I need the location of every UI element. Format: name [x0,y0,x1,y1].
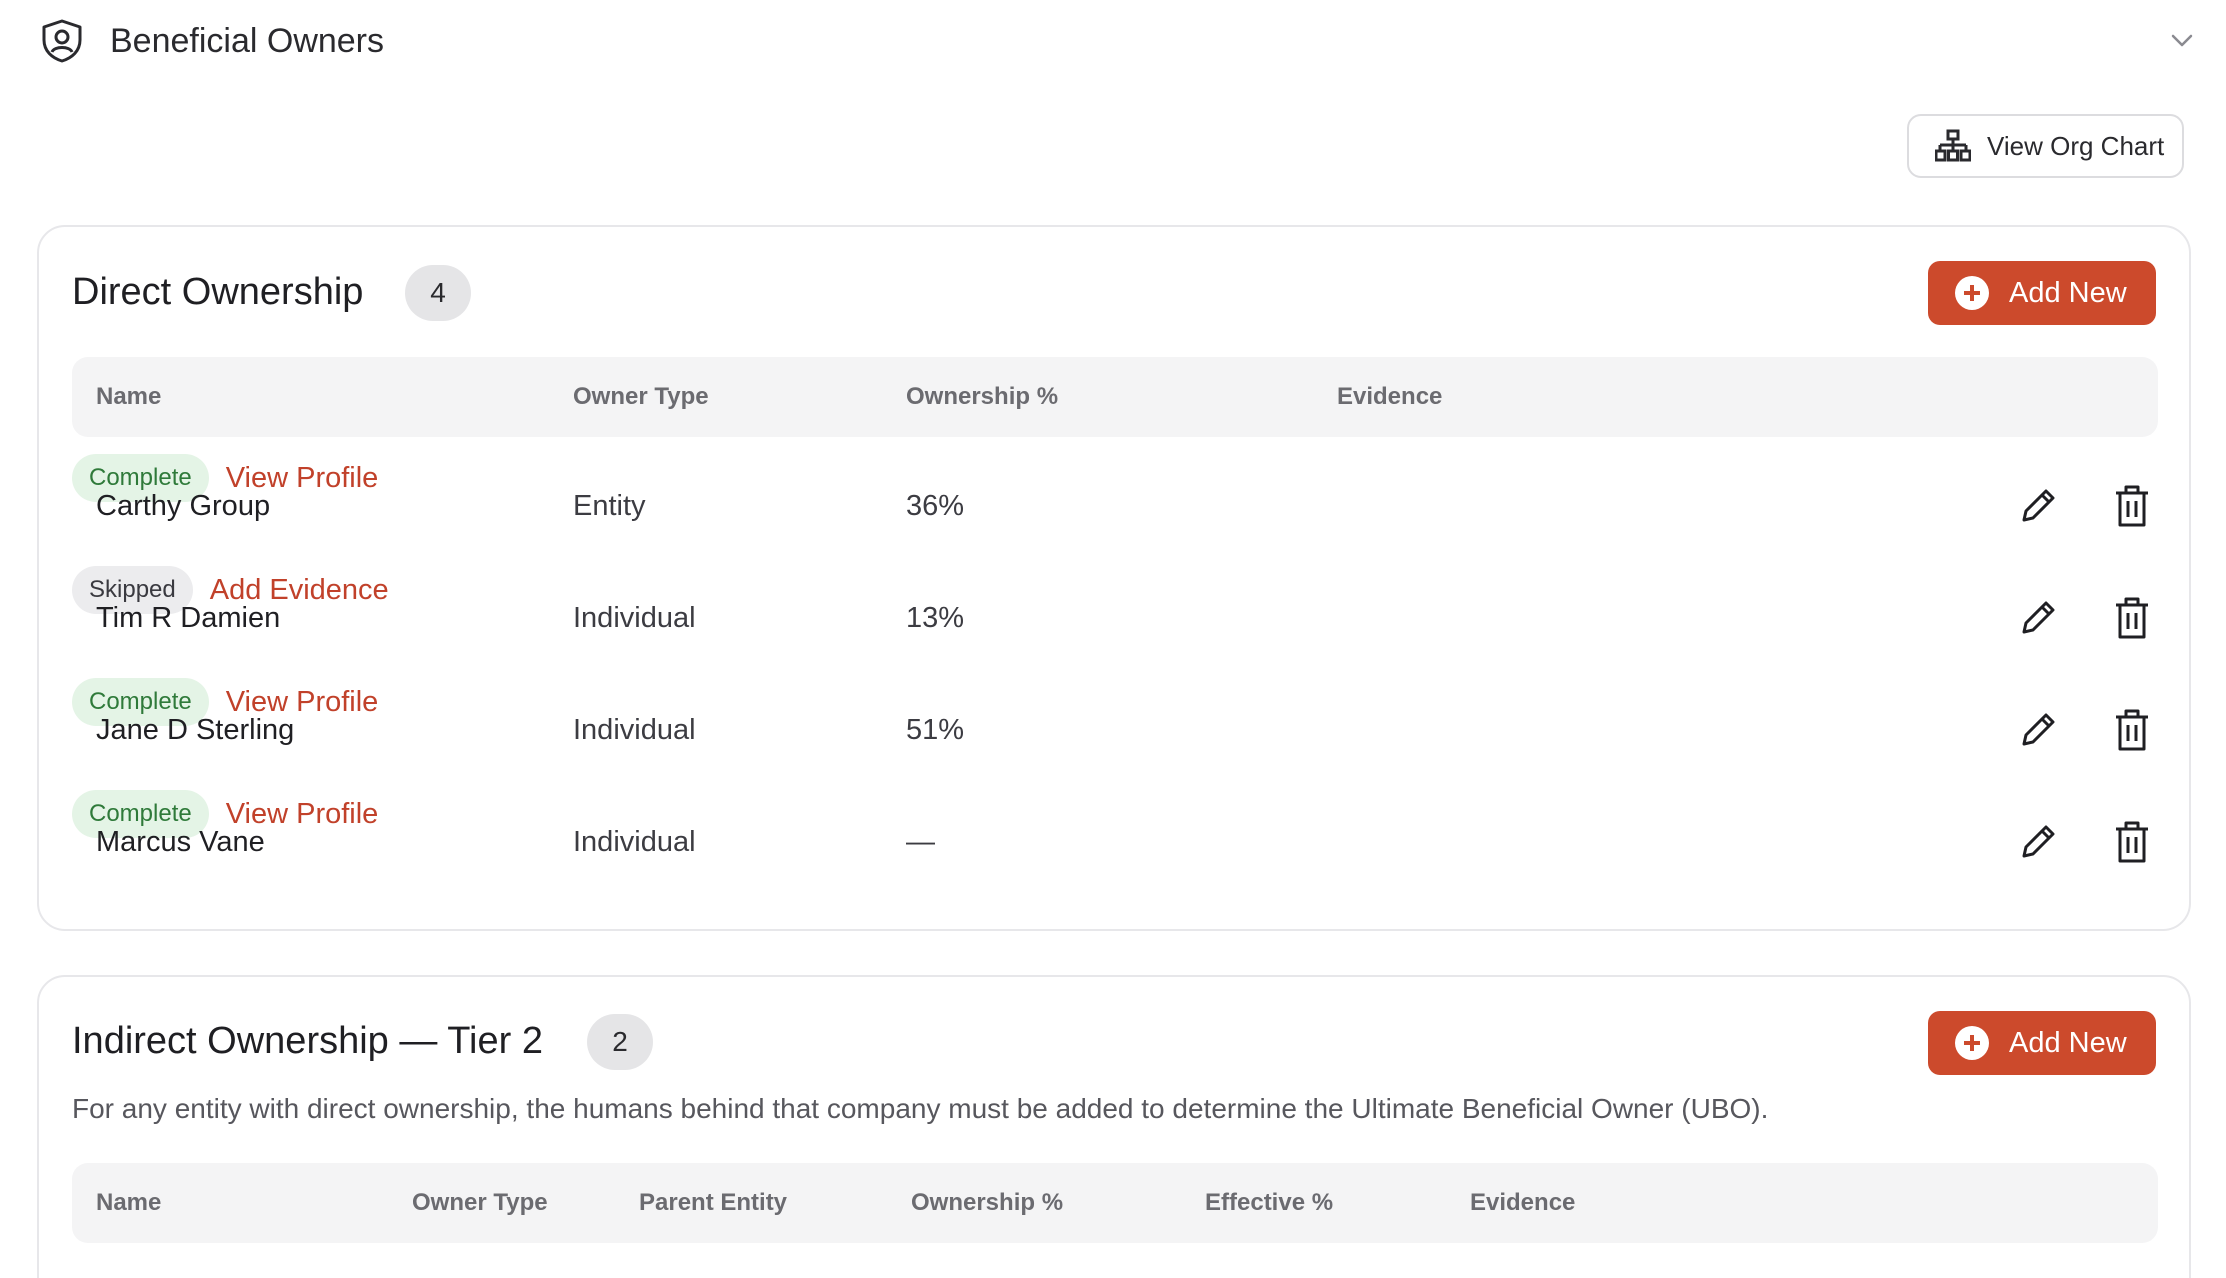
direct-ownership-card: Direct Ownership 4 Add New Name Owner Ty… [37,225,2191,931]
view-org-chart-label: View Org Chart [1987,130,2165,161]
column-header-evidence: Evidence [1337,383,1443,410]
column-header-effective: Effective % [1205,1189,1334,1216]
section-header[interactable]: Beneficial Owners [0,0,2226,80]
column-header-name: Name [96,383,162,410]
owner-type: Individual [573,602,696,634]
pencil-icon[interactable] [2018,710,2058,750]
owner-type: Entity [573,490,646,522]
page-title: Beneficial Owners [110,22,385,60]
evidence-cell: Skipped Add Evidence [72,562,2158,618]
trash-icon[interactable] [2113,820,2151,864]
add-new-label: Add New [2009,1026,2127,1059]
table-row: Marcus Vane Individual — Complete View P… [72,786,2158,898]
indirect-ownership-card: Indirect Ownership — Tier 2 2 Add New Fo… [37,975,2191,1278]
ownership-percent: 13% [906,602,965,634]
column-header-ownership: Ownership % [911,1189,1064,1216]
pencil-icon[interactable] [2018,486,2058,526]
table-row: Jane D Sterling Individual 51% Complete … [72,674,2158,786]
trash-icon[interactable] [2113,596,2151,640]
org-chart-icon [1935,129,1971,162]
table-row: Carthy Group Entity 36% Complete View Pr… [72,450,2158,562]
owner-type: Individual [573,714,696,746]
owner-name: Marcus Vane [96,826,265,858]
column-header-owner-type: Owner Type [573,383,709,410]
evidence-cell: Complete View Profile [72,450,2158,506]
trash-icon[interactable] [2113,484,2151,528]
direct-ownership-title: Direct Ownership [72,271,364,313]
indirect-count-badge: 2 [587,1014,653,1070]
view-org-chart-button[interactable]: View Org Chart [1907,114,2184,178]
owner-name: Jane D Sterling [96,714,295,746]
column-header-name: Name [96,1189,162,1216]
plus-circle-icon [1955,1026,1989,1060]
ownership-percent: — [906,826,935,858]
indirect-table-header: Name Owner Type Parent Entity Ownership … [72,1163,2158,1243]
plus-circle-icon [1955,276,1989,310]
trash-icon[interactable] [2113,708,2151,752]
indirect-description: For any entity with direct ownership, th… [72,1093,1769,1124]
owner-name: Carthy Group [96,490,271,522]
ownership-percent: 51% [906,714,965,746]
table-row: Tim R Damien Individual 13% Skipped Add … [72,562,2158,674]
owner-type: Individual [573,826,696,858]
chevron-down-icon[interactable] [2168,26,2196,54]
indirect-add-new-button[interactable]: Add New [1928,1011,2156,1075]
column-header-evidence: Evidence [1470,1189,1576,1216]
direct-count-badge: 4 [405,265,471,321]
evidence-cell: Complete View Profile [72,786,2158,842]
owner-name: Tim R Damien [96,602,281,634]
column-header-ownership: Ownership % [906,383,1059,410]
ownership-percent: 36% [906,490,965,522]
pencil-icon[interactable] [2018,598,2058,638]
direct-table-header: Name Owner Type Ownership % Evidence [72,357,2158,437]
pencil-icon[interactable] [2018,822,2058,862]
indirect-ownership-title: Indirect Ownership — Tier 2 [72,1020,543,1062]
column-header-owner-type: Owner Type [412,1189,548,1216]
direct-add-new-button[interactable]: Add New [1928,261,2156,325]
add-new-label: Add New [2009,276,2127,309]
column-header-parent-entity: Parent Entity [639,1189,788,1216]
evidence-cell: Complete View Profile [72,674,2158,730]
shield-user-icon [42,19,82,63]
